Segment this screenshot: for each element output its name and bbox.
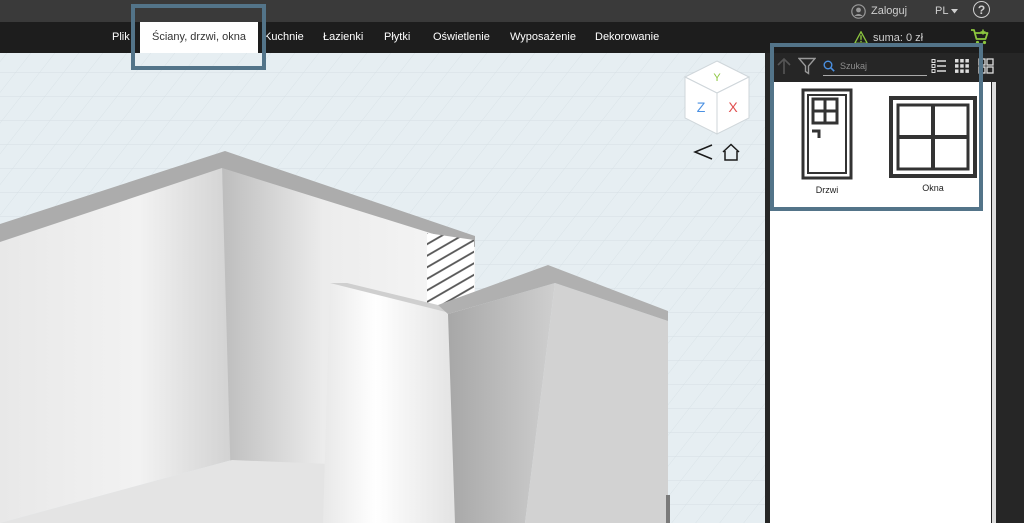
menu-item-tiles[interactable]: Płytki (384, 22, 410, 53)
menu-item-decorating[interactable]: Dekorowanie (595, 22, 659, 53)
catalog-toolbar (765, 53, 1024, 80)
up-arrow-icon[interactable] (776, 57, 792, 75)
axis-y-label: Y (713, 72, 721, 84)
total-summary: suma: 0 zł (854, 30, 923, 45)
catalog-panel: Drzwi Okna (765, 53, 1024, 523)
catalog-item-label: Okna (922, 183, 944, 193)
catalog-item-label: Drzwi (815, 185, 839, 195)
catalog-scrollbar[interactable] (992, 82, 996, 523)
warning-icon (854, 31, 868, 44)
search-icon (823, 60, 835, 72)
menu-item-bathrooms[interactable]: Łazienki (323, 22, 363, 53)
total-label: suma: 0 zł (873, 31, 924, 44)
home-icon[interactable] (721, 143, 741, 161)
menu-item-plik[interactable]: Plik (112, 22, 130, 53)
catalog-items: Drzwi Okna (770, 82, 991, 523)
menu-item-kitchens[interactable]: Kuchnie (264, 22, 304, 53)
login-label: Zaloguj (871, 5, 908, 17)
search-input[interactable] (840, 61, 920, 71)
list-view-icon[interactable] (931, 58, 947, 74)
large-view-icon[interactable] (978, 58, 994, 74)
catalog-item-doors[interactable]: Drzwi (777, 88, 877, 206)
grid-view-icon[interactable] (954, 58, 970, 74)
room-3d-render (0, 53, 765, 523)
filter-icon[interactable] (798, 57, 816, 75)
cart-icon (971, 29, 989, 45)
help-icon[interactable]: ? (973, 1, 990, 18)
menu-item-lighting[interactable]: Oświetlenie (433, 22, 490, 53)
main-menu-bar: Plik Ściany, drzwi, okna Kuchnie Łazienk… (0, 22, 1024, 53)
chevron-down-icon (951, 8, 959, 13)
search-field[interactable] (823, 57, 927, 76)
language-selector[interactable]: PL (935, 3, 959, 19)
cart-button[interactable] (970, 28, 990, 51)
axis-z-label: Z (697, 99, 706, 115)
language-label: PL (935, 5, 949, 17)
axis-x-label: X (728, 99, 738, 115)
catalog-item-windows[interactable]: Okna (883, 88, 983, 206)
orientation-cube[interactable]: Y Z X (683, 60, 751, 136)
menu-item-equipment[interactable]: Wyposażenie (510, 22, 576, 53)
window-icon (889, 96, 977, 178)
top-bar: Zaloguj PL ? (0, 0, 1024, 22)
user-icon (851, 3, 866, 19)
login-button[interactable]: Zaloguj (851, 3, 907, 19)
door-icon (801, 88, 853, 180)
3d-viewport[interactable]: Y Z X (0, 53, 765, 523)
back-arrow-icon[interactable] (693, 143, 713, 161)
menu-item-walls-doors-windows[interactable]: Ściany, drzwi, okna (140, 22, 258, 53)
